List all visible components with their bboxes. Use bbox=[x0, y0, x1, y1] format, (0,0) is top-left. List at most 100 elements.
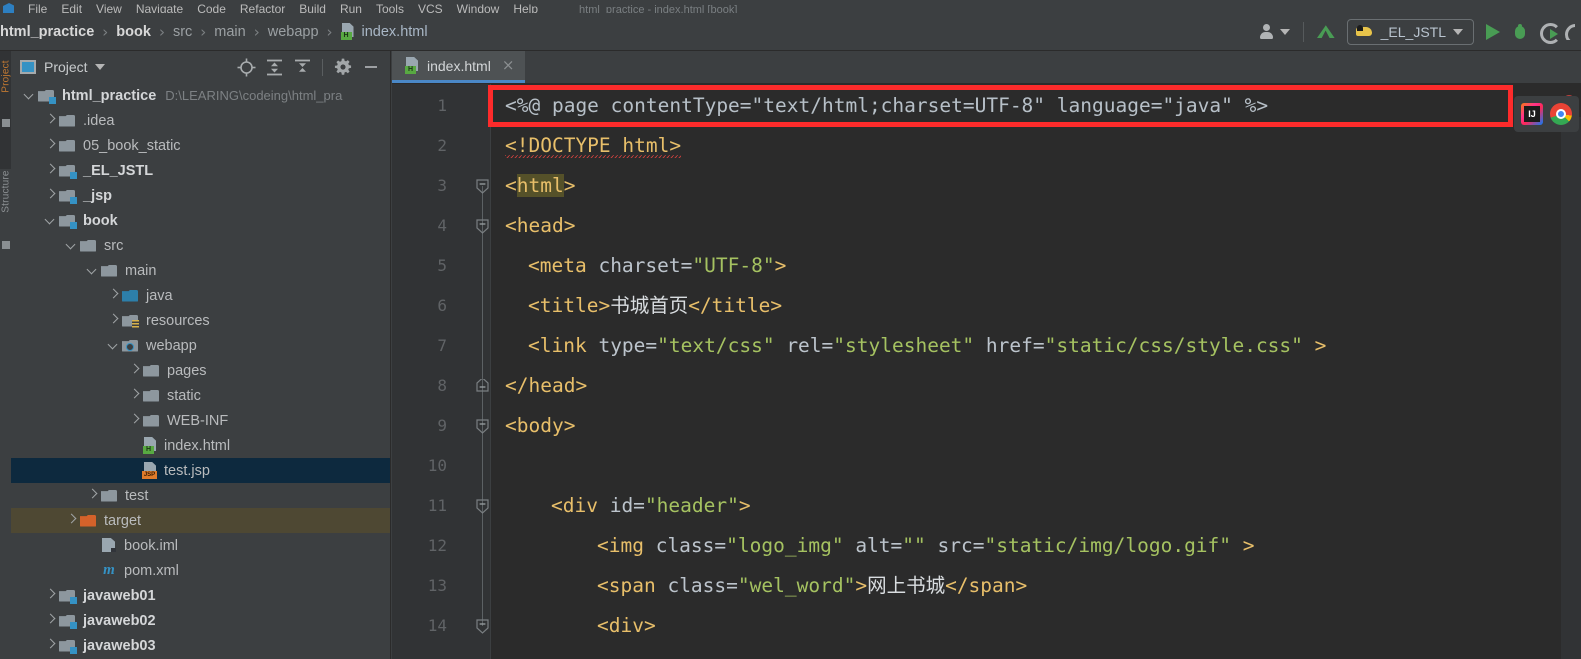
code-line[interactable]: <head> bbox=[491, 206, 1581, 246]
intellij-preview-icon[interactable] bbox=[1521, 103, 1543, 125]
inspection-marker-strip[interactable] bbox=[1561, 117, 1581, 659]
tree-row[interactable]: _EL_JSTL bbox=[11, 158, 390, 183]
chevron-right-icon[interactable] bbox=[42, 637, 59, 654]
tree-row[interactable]: javaweb01 bbox=[11, 583, 390, 608]
close-icon[interactable]: × bbox=[502, 58, 515, 73]
rerun-button[interactable] bbox=[1534, 17, 1563, 47]
breadcrumb-item[interactable]: html_practice bbox=[0, 24, 94, 40]
run-configuration-selector[interactable]: _EL_JSTL bbox=[1346, 18, 1474, 45]
chevron-down-icon[interactable] bbox=[42, 212, 59, 229]
tree-row[interactable]: book bbox=[11, 208, 390, 233]
menu-item-vcs[interactable]: VCS bbox=[411, 3, 450, 14]
code-line[interactable]: <div id="header"> bbox=[491, 486, 1581, 526]
editor-gutter[interactable]: 1 2 3 4 5 6 7 8 9 10 11 12 13 14 bbox=[392, 84, 490, 659]
tree-row[interactable]: target bbox=[11, 508, 390, 533]
menu-item-file[interactable]: File bbox=[21, 3, 54, 14]
code-line[interactable]: <title>书城首页</title> bbox=[491, 286, 1581, 326]
fold-collapse-icon[interactable] bbox=[476, 499, 489, 514]
account-button[interactable] bbox=[1253, 17, 1296, 47]
fold-collapse-icon[interactable] bbox=[476, 419, 489, 434]
menu-item-build[interactable]: Build bbox=[292, 3, 333, 14]
fold-expand-icon[interactable] bbox=[476, 379, 489, 392]
chevron-down-icon[interactable] bbox=[84, 262, 101, 279]
menu-item-navigate[interactable]: Navigate bbox=[129, 3, 190, 14]
menu-item-view[interactable]: View bbox=[89, 3, 129, 14]
run-button[interactable] bbox=[1480, 17, 1506, 47]
chevron-down-icon[interactable] bbox=[105, 337, 122, 354]
chevron-right-icon[interactable] bbox=[42, 112, 59, 129]
chevron-right-icon[interactable] bbox=[42, 162, 59, 179]
tree-row[interactable]: book.iml bbox=[11, 533, 390, 558]
code-line[interactable]: <div> bbox=[491, 606, 1581, 646]
chevron-right-icon[interactable] bbox=[42, 587, 59, 604]
browser-preview-popup[interactable] bbox=[1514, 96, 1579, 132]
tree-row[interactable]: m pom.xml bbox=[11, 558, 390, 583]
tree-row[interactable]: main bbox=[11, 258, 390, 283]
chevron-right-icon[interactable] bbox=[84, 487, 101, 504]
code-line[interactable]: <html> bbox=[491, 166, 1581, 206]
breadcrumb-item[interactable]: src bbox=[173, 24, 192, 40]
gear-icon[interactable] bbox=[330, 54, 356, 80]
tree-row[interactable]: javaweb03 bbox=[11, 633, 390, 658]
fold-collapse-icon[interactable] bbox=[476, 219, 489, 234]
chevron-right-icon[interactable] bbox=[105, 287, 122, 304]
breadcrumb-item[interactable]: main bbox=[214, 24, 245, 40]
tree-row[interactable]: test.jsp bbox=[11, 458, 390, 483]
tree-row[interactable]: java bbox=[11, 283, 390, 308]
code-line[interactable]: <img class="logo_img" alt="" src="static… bbox=[491, 526, 1581, 566]
tree-row[interactable]: javaweb02 bbox=[11, 608, 390, 633]
fold-collapse-icon[interactable] bbox=[476, 179, 489, 194]
project-tree[interactable]: html_practice D:\LEARING\codeing\html_pra… bbox=[11, 83, 390, 659]
code-line[interactable]: <meta charset="UTF-8"> bbox=[491, 246, 1581, 286]
chevron-right-icon[interactable] bbox=[42, 612, 59, 629]
breadcrumb-item[interactable]: webapp bbox=[268, 24, 319, 40]
chevron-right-icon[interactable] bbox=[63, 512, 80, 529]
breadcrumb-item[interactable]: book bbox=[116, 24, 151, 40]
debug-button[interactable] bbox=[1506, 17, 1534, 47]
code-editor[interactable]: 1 2 3 4 5 6 7 8 9 10 11 12 13 14 <%@ page contentType… bbox=[392, 84, 1581, 659]
collapse-all-icon[interactable] bbox=[289, 54, 315, 80]
tree-row[interactable]: html_practice D:\LEARING\codeing\html_pra bbox=[11, 83, 390, 108]
chevron-right-icon[interactable] bbox=[126, 412, 143, 429]
update-project-button[interactable] bbox=[1311, 17, 1341, 47]
tree-row[interactable]: resources bbox=[11, 308, 390, 333]
code-line[interactable]: <body> bbox=[491, 406, 1581, 446]
tree-row[interactable]: .idea bbox=[11, 108, 390, 133]
chevron-down-icon[interactable] bbox=[94, 64, 105, 70]
tree-row[interactable]: 05_book_static bbox=[11, 133, 390, 158]
tree-row[interactable]: static bbox=[11, 383, 390, 408]
code-content[interactable]: <%@ page contentType="text/html;charset=… bbox=[490, 84, 1581, 659]
fold-collapse-icon[interactable] bbox=[476, 619, 489, 634]
fold-column[interactable] bbox=[476, 84, 490, 659]
menu-item-refactor[interactable]: Refactor bbox=[233, 3, 292, 14]
chevron-down-icon[interactable] bbox=[63, 237, 80, 254]
chevron-right-icon[interactable] bbox=[126, 362, 143, 379]
menu-item-code[interactable]: Code bbox=[190, 3, 233, 14]
tree-row[interactable]: test bbox=[11, 483, 390, 508]
minimize-icon[interactable] bbox=[358, 54, 384, 80]
code-line[interactable]: <link type="text/css" rel="stylesheet" h… bbox=[491, 326, 1581, 366]
menu-item-tools[interactable]: Tools bbox=[369, 3, 411, 14]
tree-row[interactable]: webapp bbox=[11, 333, 390, 358]
expand-all-icon[interactable] bbox=[261, 54, 287, 80]
menu-item-edit[interactable]: Edit bbox=[54, 3, 89, 14]
tree-row[interactable]: pages bbox=[11, 358, 390, 383]
code-line[interactable]: <span class="wel_word">网上书城</span> bbox=[491, 566, 1581, 606]
code-line[interactable] bbox=[491, 446, 1581, 486]
menu-item-run[interactable]: Run bbox=[333, 3, 369, 14]
tree-row[interactable]: index.html bbox=[11, 433, 390, 458]
chevron-right-icon[interactable] bbox=[105, 312, 122, 329]
tree-row[interactable]: _jsp bbox=[11, 183, 390, 208]
breadcrumb-item-file[interactable]: index.html bbox=[340, 23, 428, 40]
menu-item-window[interactable]: Window bbox=[450, 3, 507, 14]
stripe-button-project[interactable]: Project bbox=[1, 55, 12, 99]
code-line[interactable]: </head> bbox=[491, 366, 1581, 406]
locate-target-icon[interactable] bbox=[233, 54, 259, 80]
chrome-preview-icon[interactable] bbox=[1550, 103, 1572, 125]
editor-tab-index-html[interactable]: index.html × bbox=[392, 51, 526, 83]
code-line[interactable]: <!DOCTYPE html> bbox=[491, 126, 1581, 166]
tree-row[interactable]: WEB-INF bbox=[11, 408, 390, 433]
breadcrumb[interactable]: html_practice › book › src › main › webapp › index… bbox=[0, 23, 428, 41]
chevron-right-icon[interactable] bbox=[42, 187, 59, 204]
chevron-right-icon[interactable] bbox=[42, 137, 59, 154]
